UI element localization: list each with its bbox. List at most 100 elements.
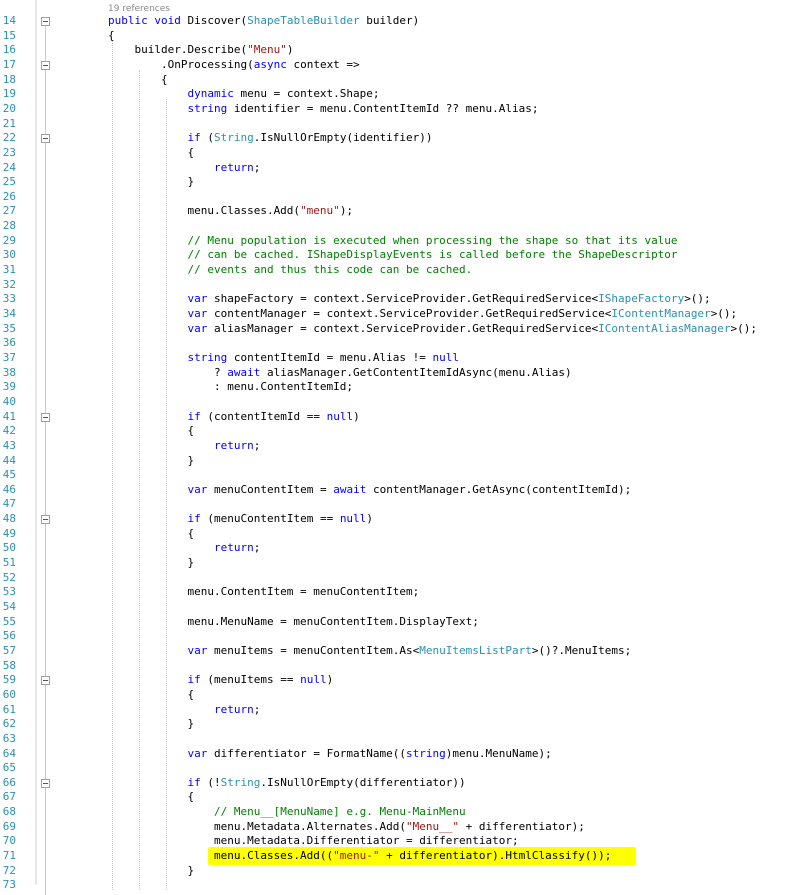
code-token: MenuItemsListPart [419,643,532,657]
code-token: : menu.ContentItemId; [108,380,354,394]
code-token: { [108,687,195,701]
code-token: { [108,424,195,438]
code-token: var [187,292,208,306]
collapse-icon[interactable] [41,676,50,686]
code-token: { [108,526,195,540]
code-line[interactable]: { [108,146,194,160]
code-token: IContentAliasManager [598,321,731,335]
collapse-icon[interactable] [41,778,50,788]
code-line[interactable]: return; [108,703,260,717]
code-line[interactable]: var differentiator = FormatName((string)… [108,747,551,761]
code-token: shapeFactory = context.ServiceProvider.G… [207,292,599,306]
code-line[interactable]: if (!String.IsNullOrEmpty(differentiator… [108,776,465,790]
code-line[interactable]: var aliasManager = context.ServiceProvid… [108,322,757,336]
code-line[interactable]: } [108,717,194,731]
indent-guide [138,69,140,891]
collapse-icon[interactable] [41,17,50,26]
code-line[interactable]: var menuItems = menuContentItem.As<MenuI… [108,644,631,658]
code-line[interactable]: var shapeFactory = context.ServiceProvid… [108,292,710,306]
collapse-icon[interactable] [41,412,50,422]
line-number: 39 [2,380,16,394]
code-line[interactable]: } [108,175,194,189]
code-line[interactable]: menu.Classes.Add("menu"); [108,204,353,218]
code-line[interactable]: .OnProcessing(async context => [108,58,360,72]
code-line[interactable]: dynamic menu = context.Shape; [108,87,379,101]
code-line[interactable]: menu.MenuName = menuContentItem.DisplayT… [108,614,479,629]
collapse-icon[interactable] [41,134,50,144]
code-line[interactable]: // events and thus this code can be cach… [108,263,472,277]
code-line[interactable]: { [108,29,115,43]
code-line[interactable]: } [108,864,194,878]
code-line[interactable]: var contentManager = context.ServiceProv… [108,307,737,321]
collapse-icon[interactable] [41,60,50,70]
code-line[interactable]: } [108,556,194,570]
code-token: var [187,482,208,496]
code-line[interactable]: public void Discover(ShapeTableBuilder b… [108,14,419,28]
code-line-highlighted[interactable]: menu.Classes.Add(("menu-" + differentiat… [108,849,611,863]
line-number: 54 [2,600,16,613]
code-token: dynamic [187,87,234,101]
code-token: + differentiator); [459,819,585,833]
code-token: if [187,673,201,687]
code-line[interactable]: if (contentItemId == null) [108,409,359,424]
code-line[interactable]: } [108,454,194,468]
code-line[interactable]: { [108,527,194,541]
code-line[interactable]: { [108,688,194,702]
code-line[interactable]: menu.ContentItem = menuContentItem; [108,585,419,599]
line-number: 53 [2,585,16,599]
code-token: ); [339,204,354,218]
code-line[interactable]: if (menuContentItem == null) [108,512,372,526]
code-token: { [108,790,195,804]
code-line[interactable]: // Menu__[MenuName] e.g. Menu-MainMenu [108,805,466,819]
code-token: aliasManager = context.ServiceProvider.G… [207,321,599,335]
code-line[interactable]: menu.Metadata.Alternates.Add("Menu__" + … [108,820,585,834]
code-line[interactable]: { [108,790,194,804]
line-number: 26 [2,189,16,203]
code-token: menu.Metadata.Differentiator = different… [108,834,519,848]
code-token: menu.ContentItem = menuContentItem; [108,585,420,599]
code-token: .OnProcessing( [108,57,254,71]
code-line[interactable]: // can be cached. IShapeDisplayEvents is… [108,248,677,262]
code-line[interactable]: menu.Metadata.Differentiator = different… [108,834,519,848]
code-line[interactable]: { [108,73,168,87]
line-number: 62 [2,717,16,731]
code-line[interactable]: builder.Describe("Menu") [108,43,293,57]
code-token: aliasManager.GetContentItemIdAsync(menu.… [260,365,572,379]
code-token: // events and thus this code can be cach… [187,263,473,277]
code-line[interactable]: // Menu population is executed when proc… [108,234,677,248]
code-line[interactable]: string contentItemId = menu.Alias != nul… [108,351,459,365]
code-token: var [187,321,208,335]
code-token: null [326,409,354,423]
line-number: 65 [2,761,16,775]
code-line[interactable]: : menu.ContentItemId; [108,380,353,394]
code-line[interactable]: if (String.IsNullOrEmpty(identifier)) [108,131,432,145]
code-line[interactable]: return; [108,161,260,175]
line-number: 52 [2,570,16,584]
code-line[interactable]: ? await aliasManager.GetContentItemIdAsy… [108,366,572,380]
code-line[interactable]: return; [108,541,260,555]
code-editor[interactable]: 19 references 14 public void Discover(Sha… [0,0,788,895]
code-token: (menuContentItem == [200,512,340,526]
line-number: 73 [2,878,16,892]
line-number: 67 [2,790,16,804]
collapse-icon[interactable] [41,515,50,525]
line-number: 55 [2,614,16,628]
code-line[interactable]: var menuContentItem = await contentManag… [108,483,631,497]
code-line[interactable]: if (menuItems == null) [108,673,333,687]
code-token: menuItems = menuContentItem.As< [207,643,420,657]
code-line[interactable]: string identifier = menu.ContentItemId ?… [108,102,538,116]
code-token: contentItemId = menu.Alias != [227,350,433,364]
code-line[interactable]: return; [108,439,260,453]
code-token: menu.MenuName = menuContentItem.DisplayT… [108,614,479,628]
code-line[interactable]: { [108,424,194,438]
code-token: contentManager.GetAsync(contentItemId); [366,482,632,496]
